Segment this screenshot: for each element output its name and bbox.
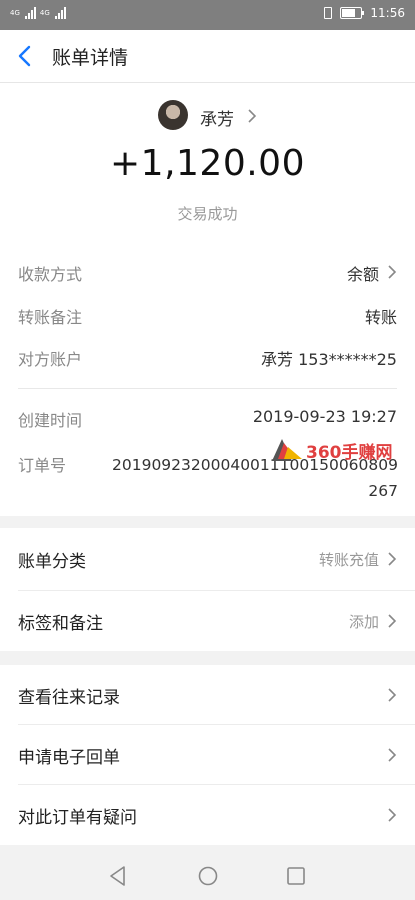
battery-icon <box>340 7 365 19</box>
recents-square-icon[interactable] <box>286 865 306 887</box>
chevron-right-icon[interactable] <box>247 109 257 123</box>
watermark: 360手赚网 <box>270 437 410 465</box>
view-history-label: 查看往来记录 <box>18 688 120 708</box>
note-value: 转账 <box>364 308 397 327</box>
status-left: 4G 4G <box>10 7 66 19</box>
options-section: 账单分类 转账充值 标签和备注 添加 <box>0 528 415 651</box>
created-time-label: 创建时间 <box>18 411 83 430</box>
system-navigation-bar <box>0 850 415 900</box>
watermark-text: 360手赚网 <box>306 443 393 463</box>
chevron-left-icon[interactable] <box>14 44 36 68</box>
chevron-right-icon <box>388 614 397 628</box>
transaction-status: 交易成功 <box>177 205 238 223</box>
payment-method-value: 余额 <box>346 265 379 284</box>
network-type-2: 4G <box>39 8 50 17</box>
chevron-right-icon <box>388 748 397 762</box>
created-time-value: 2019-09-23 19:27 <box>252 407 397 426</box>
payment-method-label: 收款方式 <box>18 265 83 284</box>
signal-icon-2 <box>54 7 66 19</box>
account-row: 对方账户 承芳 153******25 <box>18 346 397 370</box>
payment-method-row[interactable]: 收款方式 余额 <box>18 261 397 285</box>
apply-receipt-label: 申请电子回单 <box>18 748 120 768</box>
account-value: 承芳 153******25 <box>261 350 397 369</box>
status-bar: 4G 4G 11:56 <box>0 0 415 30</box>
account-label: 对方账户 <box>18 350 83 369</box>
back-triangle-icon[interactable] <box>108 865 128 887</box>
bill-category-label: 账单分类 <box>18 552 86 572</box>
avatar[interactable] <box>158 100 188 130</box>
amount: +1,120.00 <box>110 143 305 184</box>
created-time-row: 创建时间 2019-09-23 19:27 <box>18 407 397 431</box>
bill-category-item[interactable]: 账单分类 转账充值 <box>0 529 415 589</box>
order-question-label: 对此订单有疑问 <box>18 808 137 828</box>
tags-notes-label: 标签和备注 <box>18 614 103 634</box>
bill-category-value: 转账充值 <box>318 551 379 569</box>
watermark-logo-icon <box>272 439 302 461</box>
note-row: 转账备注 转账 <box>18 304 397 328</box>
chevron-right-icon <box>388 688 397 702</box>
status-right: 11:56 <box>324 6 405 20</box>
vibrate-icon <box>324 7 333 19</box>
tags-notes-value: 添加 <box>348 613 379 631</box>
status-time: 11:56 <box>370 6 405 20</box>
actions-section: 查看往来记录 申请电子回单 对此订单有疑问 <box>0 665 415 845</box>
note-label: 转账备注 <box>18 308 83 327</box>
divider <box>18 388 397 389</box>
view-history-item[interactable]: 查看往来记录 <box>0 665 415 725</box>
chevron-right-icon <box>388 808 397 822</box>
page-title: 账单详情 <box>52 47 129 69</box>
order-number-label: 订单号 <box>18 456 67 475</box>
tags-notes-item[interactable]: 标签和备注 添加 <box>0 591 415 651</box>
navigation-bar: 账单详情 <box>0 30 415 83</box>
chevron-right-icon <box>388 265 397 279</box>
payer-name[interactable]: 承芳 <box>200 105 234 130</box>
signal-icon <box>24 7 36 19</box>
network-type-1: 4G <box>10 8 20 17</box>
chevron-right-icon <box>388 552 397 566</box>
order-question-item[interactable]: 对此订单有疑问 <box>0 785 415 845</box>
home-circle-icon[interactable] <box>197 865 219 887</box>
apply-receipt-item[interactable]: 申请电子回单 <box>0 725 415 785</box>
